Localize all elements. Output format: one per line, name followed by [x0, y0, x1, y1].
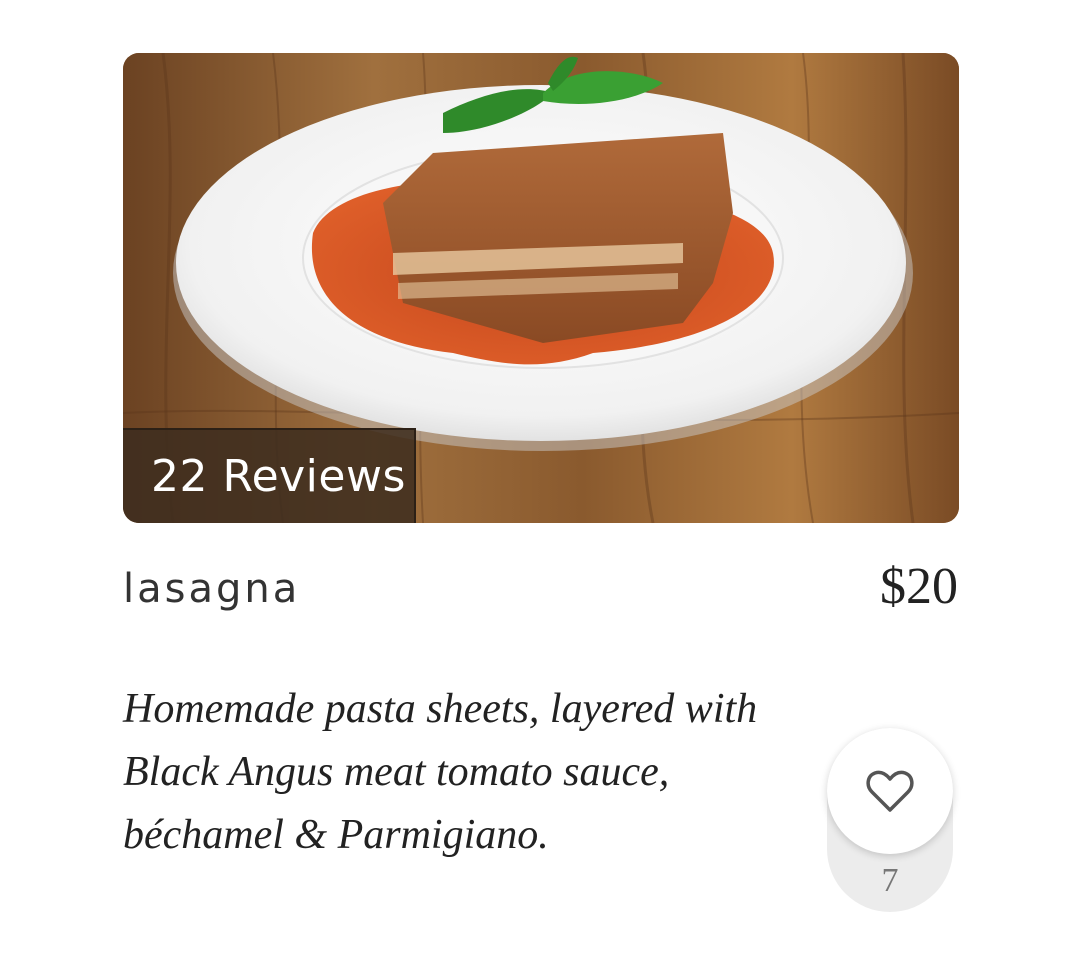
like-button[interactable]	[827, 728, 953, 854]
dish-name: lasagna	[123, 566, 301, 612]
like-widget: 7	[827, 728, 953, 912]
reviews-label: 22 Reviews	[151, 451, 406, 502]
like-count: 7	[881, 862, 899, 899]
dish-price: $20	[880, 558, 958, 615]
reviews-badge[interactable]: 22 Reviews	[123, 428, 416, 523]
dish-description: Homemade pasta sheets, layered with Blac…	[123, 686, 758, 858]
heart-outline-icon	[866, 770, 914, 812]
dish-photo[interactable]: 22 Reviews	[123, 53, 959, 523]
